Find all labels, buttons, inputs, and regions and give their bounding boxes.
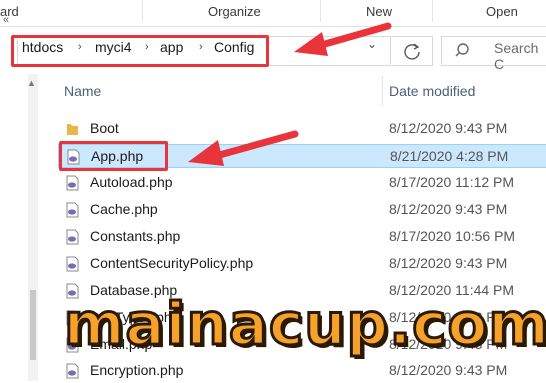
column-header-date-modified[interactable]: Date modified — [389, 83, 475, 99]
column-divider[interactable] — [382, 76, 383, 106]
ribbon-group-open: Open — [486, 4, 518, 19]
file-name: Cache.php — [90, 201, 158, 217]
search-input[interactable]: Search C — [494, 40, 546, 72]
file-date: 8/12/2020 9:43 PM — [389, 120, 508, 136]
refresh-button[interactable] — [392, 36, 433, 66]
scroll-up-icon[interactable]: ▲ — [27, 78, 36, 88]
folder-icon — [67, 124, 78, 135]
file-date: 8/17/2020 10:56 PM — [389, 228, 516, 244]
file-row-cache-php[interactable]: Cache.php 8/12/2020 9:43 PM — [58, 198, 546, 222]
column-header-name[interactable]: Name — [64, 83, 101, 99]
annotation-arrow — [294, 22, 392, 56]
ribbon-group-new: New — [366, 4, 393, 19]
file-date: 8/12/2020 9:43 PM — [389, 255, 508, 271]
refresh-icon — [404, 43, 420, 60]
file-date: 8/12/2020 9:43 PM — [389, 201, 508, 217]
annotation-arrow — [188, 130, 299, 166]
file-name: Encryption.php — [90, 362, 184, 378]
breadcrumb-highlight-box — [11, 35, 269, 67]
file-date: 8/12/2020 9:43 PM — [389, 362, 508, 378]
file-date: 8/17/2020 11:12 PM — [389, 174, 515, 190]
ribbon-group-labels: ard Organize New Open — [0, 0, 546, 27]
file-date: 8/21/2020 4:28 PM — [390, 148, 509, 164]
php-file-icon — [66, 256, 79, 272]
file-row-constants-php[interactable]: Constants.php 8/17/2020 10:56 PM — [58, 225, 546, 249]
watermark-logo: mainacup.com — [63, 289, 546, 360]
file-name: Constants.php — [90, 228, 181, 244]
php-file-icon — [66, 229, 79, 245]
search-icon — [455, 43, 469, 57]
file-name: Autoload.php — [90, 174, 173, 190]
php-file-icon — [66, 175, 79, 191]
ribbon-divider — [432, 0, 433, 22]
ribbon-group-organize: Organize — [208, 4, 261, 19]
recent-locations-icon[interactable]: « — [3, 14, 9, 26]
php-file-icon — [66, 363, 79, 379]
scrollbar-thumb[interactable] — [30, 290, 36, 360]
php-file-icon — [66, 202, 79, 218]
file-row-autoload-php[interactable]: Autoload.php 8/17/2020 11:12 PM — [58, 171, 546, 195]
file-row-encryption-php[interactable]: Encryption.php 8/12/2020 9:43 PM — [58, 359, 546, 383]
file-name: ContentSecurityPolicy.php — [90, 255, 254, 271]
file-row-contentsecuritypolicy-php[interactable]: ContentSecurityPolicy.php 8/12/2020 9:43… — [58, 252, 546, 276]
ribbon-divider — [142, 0, 143, 22]
selection-highlight-box — [59, 141, 168, 171]
file-name: Boot — [90, 120, 119, 136]
